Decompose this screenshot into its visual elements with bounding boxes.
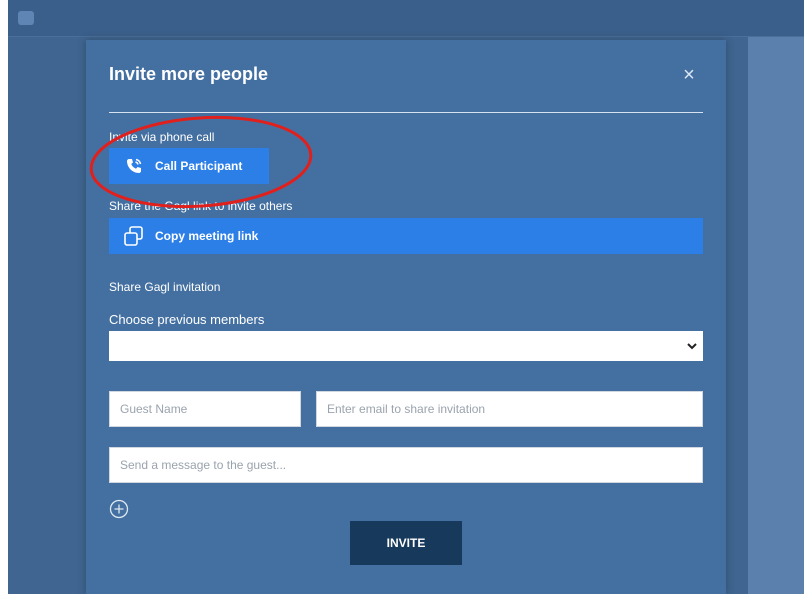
close-icon[interactable]: × xyxy=(678,64,700,86)
app-topbar xyxy=(8,0,804,37)
guest-name-input[interactable] xyxy=(109,391,301,427)
invite-modal: Invite more people × Invite via phone ca… xyxy=(86,40,726,594)
chevron-down-icon xyxy=(687,343,697,350)
phone-section-label: Invite via phone call xyxy=(109,130,215,144)
previous-members-select[interactable] xyxy=(109,331,703,361)
guest-email-input[interactable] xyxy=(316,391,703,427)
copy-meeting-link-label: Copy meeting link xyxy=(155,229,259,243)
app-logo xyxy=(18,6,88,28)
link-section-label: Share the Gagl link to invite others xyxy=(109,199,293,213)
invitation-section-label: Share Gagl invitation xyxy=(109,280,221,294)
modal-title: Invite more people xyxy=(109,64,269,84)
plus-circle-icon[interactable] xyxy=(109,499,129,519)
call-participant-button[interactable]: Call Participant xyxy=(109,148,269,184)
call-participant-label: Call Participant xyxy=(155,159,243,173)
title-divider xyxy=(109,112,703,113)
background-panel xyxy=(748,37,804,594)
copy-icon xyxy=(123,225,145,247)
app-logo-mark xyxy=(18,10,34,25)
previous-members-label: Choose previous members xyxy=(109,312,265,327)
invite-button[interactable]: INVITE xyxy=(350,521,462,565)
copy-meeting-link-button[interactable]: Copy meeting link xyxy=(109,218,703,254)
guest-message-input[interactable] xyxy=(109,447,703,483)
phone-call-icon xyxy=(123,155,145,177)
